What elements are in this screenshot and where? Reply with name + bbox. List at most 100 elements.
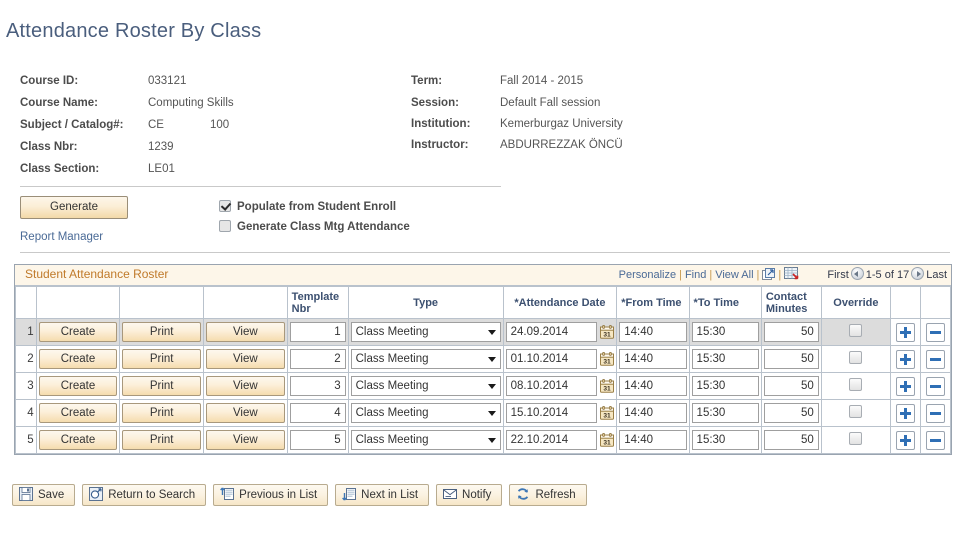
view-all-link[interactable]: View All (715, 269, 753, 281)
contact-minutes-input[interactable]: 50 (763, 322, 819, 342)
table-row[interactable]: 3 Create Print View 3 Class Meeting 08.10.2014… (15, 372, 952, 400)
view-button[interactable]: View (206, 349, 285, 369)
print-button[interactable]: Print (122, 430, 201, 450)
attendance-date-input[interactable]: 01.10.2014 (505, 349, 598, 369)
add-row-cell (890, 318, 921, 346)
create-button[interactable]: Create (38, 322, 118, 342)
expand-icon[interactable] (762, 268, 776, 281)
info-row-institution: Institution: Kemerburgaz University (411, 114, 623, 135)
delete-row-button[interactable] (925, 403, 945, 423)
template-nbr-input[interactable]: 5 (289, 430, 346, 450)
add-row-button[interactable] (895, 403, 915, 423)
attendance-date-input[interactable]: 15.10.2014 (505, 403, 598, 423)
print-button[interactable]: Print (122, 376, 201, 396)
notify-button[interactable]: Notify (436, 484, 503, 506)
to-time-input[interactable]: 15:30 (691, 349, 759, 369)
print-button[interactable]: Print (122, 403, 201, 423)
student-attendance-roster-grid: Student Attendance Roster Personalize | Fi… (14, 264, 952, 455)
from-time-input[interactable]: 14:40 (619, 376, 687, 396)
template-nbr-input[interactable]: 3 (289, 376, 346, 396)
from-time-input[interactable]: 14:40 (619, 403, 687, 423)
next-page-arrow-icon[interactable] (911, 267, 925, 280)
type-dropdown[interactable]: Class Meeting (350, 403, 501, 423)
label-course-name: Course Name: (20, 97, 98, 109)
return-to-search-button[interactable]: Return to Search (82, 484, 207, 506)
table-header-row: Template Nbr Type *Attendance Date *From… (15, 286, 952, 319)
table-row[interactable]: 1 Create Print View 1 Class Meeting 24.09.2014… (15, 318, 952, 346)
last-page-label[interactable]: Last (926, 269, 947, 281)
create-button[interactable]: Create (38, 349, 118, 369)
template-nbr-input[interactable]: 2 (289, 349, 346, 369)
calendar-icon[interactable]: 31 (600, 406, 615, 420)
create-button[interactable]: Create (38, 376, 118, 396)
attendance-date-input[interactable]: 08.10.2014 (505, 376, 598, 396)
save-icon (19, 487, 33, 501)
generate-class-mtg-attendance-checkbox[interactable] (219, 220, 231, 232)
add-row-button[interactable] (895, 430, 915, 450)
contact-minutes-input[interactable]: 50 (763, 376, 819, 396)
delete-row-button[interactable] (925, 376, 945, 396)
contact-minutes-input[interactable]: 50 (763, 349, 819, 369)
calendar-icon[interactable]: 31 (600, 325, 615, 339)
calendar-icon[interactable]: 31 (600, 352, 615, 366)
type-dropdown[interactable]: Class Meeting (350, 322, 501, 342)
to-time-input[interactable]: 15:30 (691, 376, 759, 396)
type-dropdown[interactable]: Class Meeting (350, 349, 501, 369)
add-row-button[interactable] (895, 349, 915, 369)
attendance-date-input[interactable]: 22.10.2014 (505, 430, 598, 450)
type-dropdown[interactable]: Class Meeting (350, 376, 501, 396)
checkbox-row-populate-from-student-enroll[interactable]: Populate from Student Enroll (219, 199, 396, 216)
th-override: Override (820, 286, 892, 319)
override-checkbox[interactable] (849, 405, 863, 418)
personalize-link[interactable]: Personalize (619, 269, 676, 281)
attendance-date-input[interactable]: 24.09.2014 (505, 322, 598, 342)
view-button[interactable]: View (206, 403, 285, 423)
populate-from-student-enroll-checkbox[interactable] (219, 200, 231, 212)
divider-middle (20, 252, 950, 253)
add-row-button[interactable] (895, 322, 915, 342)
override-checkbox[interactable] (849, 324, 863, 337)
view-button[interactable]: View (206, 322, 285, 342)
override-checkbox[interactable] (849, 351, 863, 364)
to-time-input[interactable]: 15:30 (691, 430, 759, 450)
first-page-label[interactable]: First (827, 269, 848, 281)
table-row[interactable]: 4 Create Print View 4 Class Meeting 15.10.2014… (15, 399, 952, 427)
next-in-list-button[interactable]: Next in List (335, 484, 430, 506)
print-button[interactable]: Print (122, 349, 201, 369)
add-row-button[interactable] (895, 376, 915, 396)
contact-minutes-input[interactable]: 50 (763, 430, 819, 450)
generate-button[interactable]: Generate (20, 196, 128, 219)
table-row[interactable]: 2 Create Print View 2 Class Meeting 01.10.2014… (15, 345, 952, 373)
print-button[interactable]: Print (122, 322, 201, 342)
previous-in-list-button[interactable]: Previous in List (213, 484, 329, 506)
find-link[interactable]: Find (685, 269, 706, 281)
save-button[interactable]: Save (12, 484, 76, 506)
template-nbr-input[interactable]: 4 (289, 403, 346, 423)
download-to-spreadsheet-icon[interactable] (784, 267, 799, 281)
override-checkbox[interactable] (849, 378, 863, 391)
delete-row-button[interactable] (925, 322, 945, 342)
from-time-input[interactable]: 14:40 (619, 322, 687, 342)
svg-text:31: 31 (604, 440, 612, 447)
refresh-button[interactable]: Refresh (509, 484, 587, 506)
calendar-icon[interactable]: 31 (600, 433, 615, 447)
report-manager-link[interactable]: Report Manager (20, 231, 103, 243)
create-button[interactable]: Create (38, 403, 118, 423)
from-time-input[interactable]: 14:40 (619, 349, 687, 369)
create-button[interactable]: Create (38, 430, 118, 450)
to-time-input[interactable]: 15:30 (691, 322, 759, 342)
type-dropdown[interactable]: Class Meeting (350, 430, 501, 450)
table-row[interactable]: 5 Create Print View 5 Class Meeting 22.10.2014… (15, 426, 952, 454)
to-time-input[interactable]: 15:30 (691, 403, 759, 423)
view-button[interactable]: View (206, 376, 285, 396)
delete-row-button[interactable] (925, 349, 945, 369)
view-button[interactable]: View (206, 430, 285, 450)
contact-minutes-input[interactable]: 50 (763, 403, 819, 423)
template-nbr-input[interactable]: 1 (289, 322, 346, 342)
checkbox-row-generate-class-mtg-attendance[interactable]: Generate Class Mtg Attendance (219, 219, 410, 236)
previous-page-arrow-icon[interactable] (850, 267, 864, 280)
delete-row-button[interactable] (925, 430, 945, 450)
calendar-icon[interactable]: 31 (600, 379, 615, 393)
from-time-input[interactable]: 14:40 (619, 430, 687, 450)
override-checkbox[interactable] (849, 432, 863, 445)
